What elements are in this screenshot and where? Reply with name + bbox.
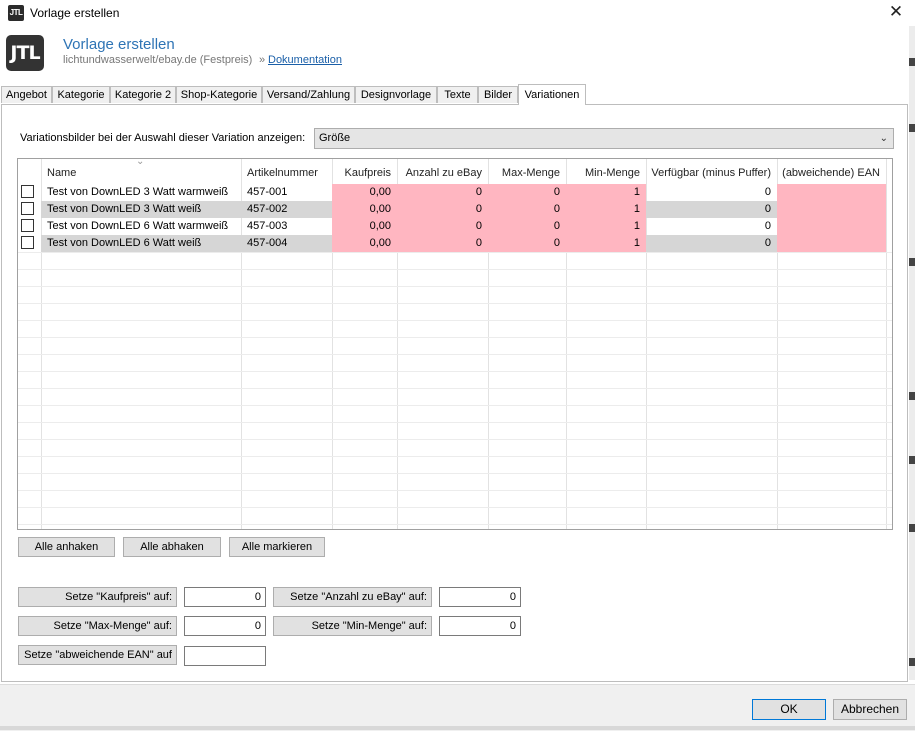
cell-min-menge[interactable]: 1 bbox=[566, 218, 646, 235]
col-header-artikelnummer[interactable]: Artikelnummer bbox=[247, 167, 318, 179]
cell-kaufpreis[interactable]: 0,00 bbox=[332, 201, 397, 218]
row-checkbox[interactable] bbox=[21, 202, 34, 215]
col-header-name[interactable]: Name bbox=[47, 167, 76, 179]
tab-texte[interactable]: Texte bbox=[437, 86, 478, 103]
cell-max-menge[interactable]: 0 bbox=[488, 218, 566, 235]
cell-kaufpreis[interactable]: 0,00 bbox=[332, 235, 397, 252]
close-icon[interactable]: ✕ bbox=[884, 2, 908, 22]
kaufpreis-value-input[interactable]: 0 bbox=[184, 587, 266, 607]
cell-artikelnummer: 457-004 bbox=[241, 235, 332, 252]
cell-artikelnummer: 457-001 bbox=[247, 186, 288, 198]
cell-anzahl[interactable]: 0 bbox=[397, 235, 488, 252]
tab-bar: Angebot Kategorie Kategorie 2 Shop-Kateg… bbox=[0, 84, 909, 105]
cell-min-menge[interactable]: 1 bbox=[566, 184, 646, 201]
title-bar bbox=[0, 0, 915, 26]
cell-anzahl[interactable]: 0 bbox=[397, 218, 488, 235]
col-header-max-menge[interactable]: Max-Menge bbox=[488, 167, 560, 179]
variation-images-label: Variationsbilder bei der Auswahl dieser … bbox=[20, 132, 306, 144]
set-max-menge-button[interactable]: Setze "Max-Menge" auf: bbox=[18, 616, 177, 636]
header-subtitle: lichtundwasserwelt/ebay.de (Festpreis) bbox=[63, 54, 253, 66]
background-window-strip bbox=[909, 26, 915, 680]
cell-name: Test von DownLED 6 Watt warmweiß bbox=[47, 220, 229, 232]
tab-angebot[interactable]: Angebot bbox=[1, 86, 52, 103]
tab-kategorie-2[interactable]: Kategorie 2 bbox=[110, 86, 176, 103]
cell-max-menge[interactable]: 0 bbox=[488, 184, 566, 201]
tab-versand-zahlung[interactable]: Versand/Zahlung bbox=[262, 86, 355, 103]
table-row[interactable]: Test von DownLED 3 Watt warmweiß 457-001… bbox=[18, 184, 892, 201]
anzahl-value-input[interactable]: 0 bbox=[439, 587, 521, 607]
mark-all-button[interactable]: Alle markieren bbox=[229, 537, 325, 557]
variation-select[interactable]: Größe ⌄ bbox=[314, 128, 894, 149]
cell-kaufpreis[interactable]: 0,00 bbox=[332, 184, 397, 201]
min-menge-value-input[interactable]: 0 bbox=[439, 616, 521, 636]
cell-min-menge[interactable]: 1 bbox=[566, 235, 646, 252]
check-all-button[interactable]: Alle anhaken bbox=[18, 537, 115, 557]
jtl-logo: JTL bbox=[6, 35, 44, 71]
cancel-button[interactable]: Abbrechen bbox=[833, 699, 907, 720]
set-kaufpreis-button[interactable]: Setze "Kaufpreis" auf: bbox=[18, 587, 177, 607]
uncheck-all-button[interactable]: Alle abhaken bbox=[123, 537, 221, 557]
cell-name: Test von DownLED 6 Watt weiß bbox=[41, 235, 241, 252]
table-row[interactable]: Test von DownLED 3 Watt weiß 457-002 0,0… bbox=[18, 201, 892, 218]
app-icon: JTL bbox=[8, 5, 24, 21]
set-anzahl-button[interactable]: Setze "Anzahl zu eBay" auf: bbox=[273, 587, 432, 607]
tab-bilder[interactable]: Bilder bbox=[478, 86, 518, 103]
max-menge-value-input[interactable]: 0 bbox=[184, 616, 266, 636]
cell-ean[interactable] bbox=[777, 235, 886, 252]
cell-ean[interactable] bbox=[777, 201, 886, 218]
tab-designvorlage[interactable]: Designvorlage bbox=[355, 86, 437, 103]
table-row[interactable]: Test von DownLED 6 Watt warmweiß 457-003… bbox=[18, 218, 892, 235]
variations-grid[interactable]: ⌄ Name Artikelnummer Kaufpreis Anzahl zu… bbox=[17, 158, 893, 530]
cell-verfuegbar: 0 bbox=[764, 220, 771, 232]
cell-artikelnummer: 457-002 bbox=[241, 201, 332, 218]
row-checkbox[interactable] bbox=[21, 236, 34, 249]
set-min-menge-button[interactable]: Setze "Min-Menge" auf: bbox=[273, 616, 432, 636]
cell-min-menge[interactable]: 1 bbox=[566, 201, 646, 218]
documentation-link[interactable]: Dokumentation bbox=[268, 54, 342, 66]
cell-kaufpreis[interactable]: 0,00 bbox=[332, 218, 397, 235]
cell-name: Test von DownLED 3 Watt warmweiß bbox=[47, 186, 229, 198]
table-row[interactable]: Test von DownLED 6 Watt weiß 457-004 0,0… bbox=[18, 235, 892, 252]
col-header-min-menge[interactable]: Min-Menge bbox=[566, 167, 640, 179]
col-header-anzahl[interactable]: Anzahl zu eBay bbox=[397, 167, 482, 179]
tab-shop-kategorie[interactable]: Shop-Kategorie bbox=[176, 86, 262, 103]
tab-kategorie[interactable]: Kategorie bbox=[52, 86, 110, 103]
cell-verfuegbar: 0 bbox=[764, 186, 771, 198]
background-window-edge bbox=[0, 726, 915, 730]
cell-anzahl[interactable]: 0 bbox=[397, 201, 488, 218]
col-header-verfuegbar[interactable]: Verfügbar (minus Puffer) bbox=[646, 167, 771, 179]
ok-button[interactable]: OK bbox=[752, 699, 826, 720]
col-header-kaufpreis[interactable]: Kaufpreis bbox=[332, 167, 391, 179]
row-checkbox[interactable] bbox=[21, 185, 34, 198]
cell-ean[interactable] bbox=[777, 184, 886, 201]
sort-down-icon: ⌄ bbox=[136, 158, 145, 167]
cell-artikelnummer: 457-003 bbox=[247, 220, 288, 232]
header-title: Vorlage erstellen bbox=[63, 36, 175, 53]
ean-value-input[interactable] bbox=[184, 646, 266, 666]
row-checkbox[interactable] bbox=[21, 219, 34, 232]
variation-select-value: Größe bbox=[319, 132, 351, 144]
cell-max-menge[interactable]: 0 bbox=[488, 201, 566, 218]
cell-max-menge[interactable]: 0 bbox=[488, 235, 566, 252]
cell-verfuegbar: 0 bbox=[646, 235, 777, 252]
chevron-down-icon: ⌄ bbox=[879, 133, 888, 144]
set-ean-button[interactable]: Setze "abweichende EAN" auf bbox=[18, 645, 177, 665]
tab-variationen[interactable]: Variationen bbox=[518, 84, 586, 105]
window-title: Vorlage erstellen bbox=[30, 6, 120, 20]
doc-separator: » bbox=[259, 54, 266, 66]
cell-verfuegbar: 0 bbox=[646, 201, 777, 218]
cell-name: Test von DownLED 3 Watt weiß bbox=[41, 201, 241, 218]
cell-anzahl[interactable]: 0 bbox=[397, 184, 488, 201]
cell-ean[interactable] bbox=[777, 218, 886, 235]
col-header-ean[interactable]: (abweichende) EAN bbox=[777, 167, 880, 179]
